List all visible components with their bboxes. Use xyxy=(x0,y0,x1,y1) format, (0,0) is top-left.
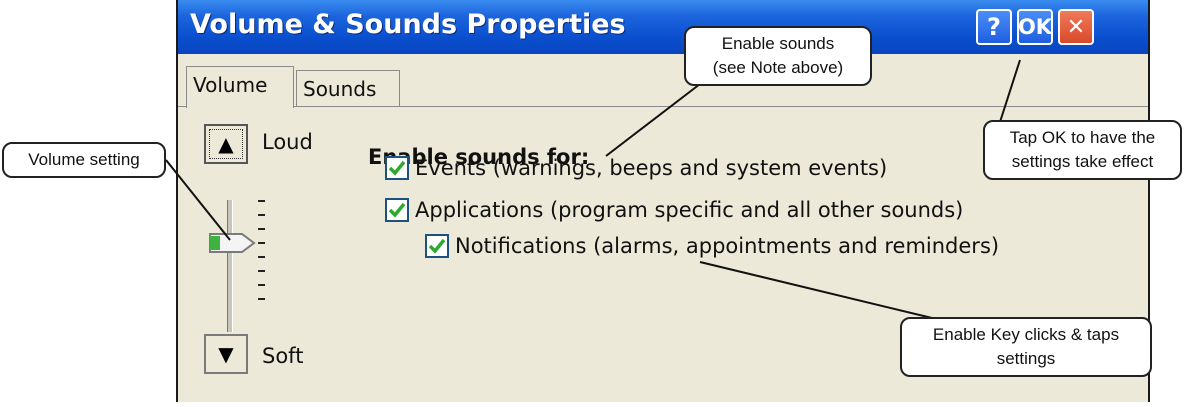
leader-keyclicks xyxy=(699,261,933,319)
callout-text: Tap OK to have the xyxy=(1009,128,1156,147)
enable-sounds-callout: Enable sounds (see Note above) xyxy=(684,26,872,86)
key-clicks-callout: Enable Key clicks & taps settings xyxy=(900,317,1152,377)
callout-text: settings take effect xyxy=(1011,152,1154,171)
callout-text: Volume setting xyxy=(28,150,140,169)
callout-text: settings xyxy=(996,349,1056,368)
callout-text: Enable Key clicks & taps xyxy=(932,325,1120,344)
leader-ok xyxy=(999,59,1021,123)
callout-text: Enable sounds xyxy=(721,34,835,53)
leader-volume xyxy=(165,159,231,241)
ok-tip-callout: Tap OK to have the settings take effect xyxy=(983,120,1182,180)
callout-text: (see Note above) xyxy=(712,58,844,77)
leader-enable xyxy=(605,83,701,157)
volume-setting-callout: Volume setting xyxy=(2,142,166,178)
